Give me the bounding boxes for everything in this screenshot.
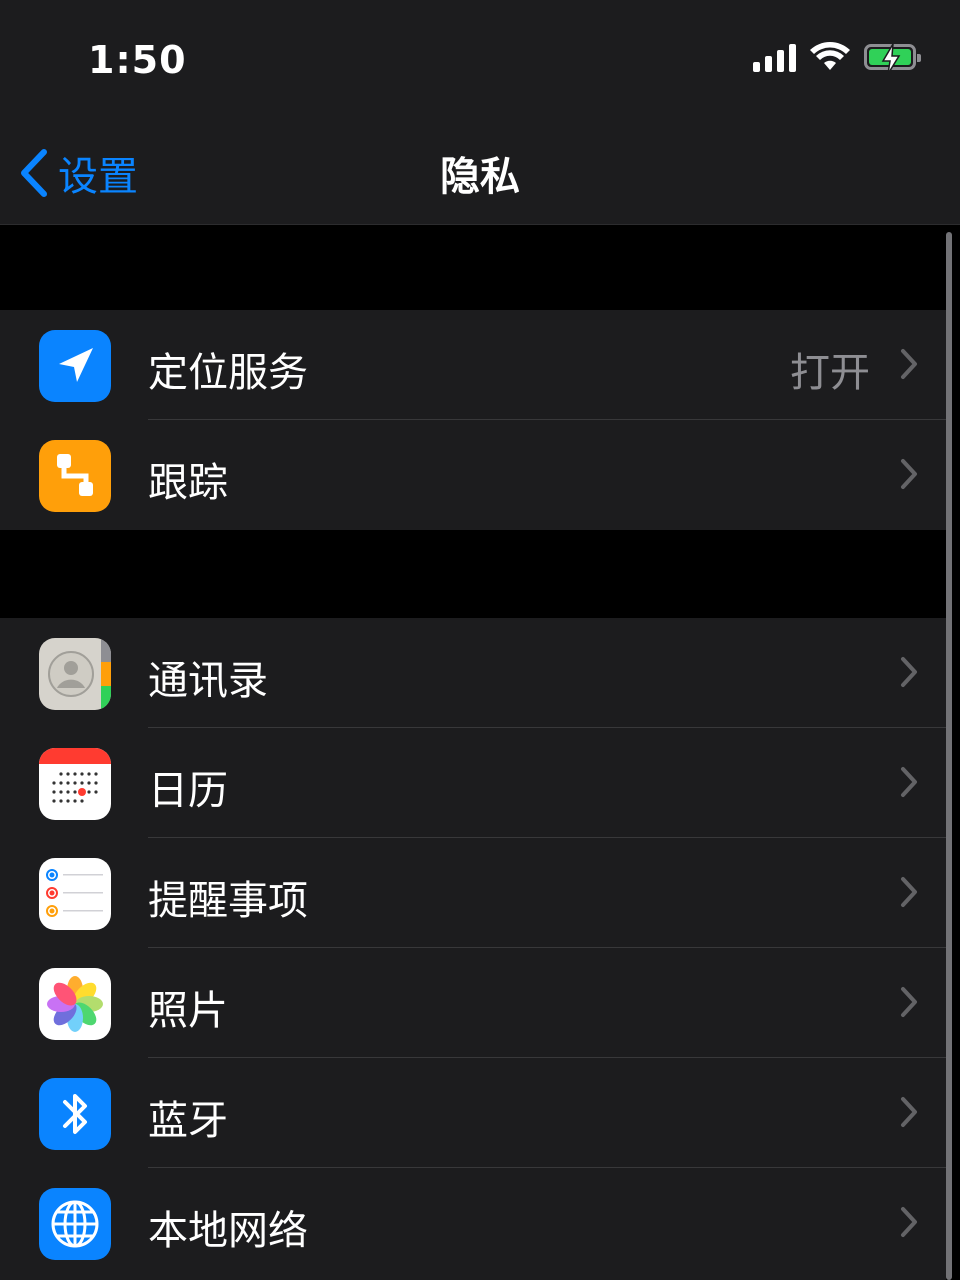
battery-charging-icon [864, 44, 921, 74]
chevron-right-icon [901, 987, 917, 1017]
reminders-icon [39, 858, 111, 930]
status-time: 1:50 [88, 38, 187, 82]
chevron-right-icon [901, 877, 917, 907]
scrollbar[interactable] [946, 232, 952, 1280]
row-reminders[interactable]: 提醒事项 [0, 838, 946, 948]
row-value: 打开 [790, 350, 870, 396]
page-title: 隐私 [440, 154, 520, 200]
row-label: 跟踪 [148, 460, 228, 506]
row-label: 照片 [148, 988, 228, 1034]
settings-group-app-permissions: 通讯录 日历 提醒事项 照片 蓝牙 本地网络 [0, 618, 946, 1280]
row-photos[interactable]: 照片 [0, 948, 946, 1058]
tracking-icon [39, 440, 111, 512]
row-tracking[interactable]: 跟踪 [0, 420, 946, 530]
cellular-signal-icon [753, 42, 796, 72]
location-arrow-icon [39, 330, 111, 402]
row-calendar[interactable]: 日历 [0, 728, 946, 838]
chevron-right-icon [901, 1207, 917, 1237]
row-local-network[interactable]: 本地网络 [0, 1168, 946, 1278]
row-label: 本地网络 [148, 1208, 308, 1254]
contacts-icon [39, 638, 111, 710]
row-label: 定位服务 [148, 350, 308, 396]
row-contacts[interactable]: 通讯录 [0, 618, 946, 728]
wifi-icon [810, 42, 850, 70]
calendar-icon [39, 748, 111, 820]
chevron-right-icon [901, 349, 917, 379]
settings-group-location-tracking: 定位服务 打开 跟踪 [0, 310, 946, 530]
bluetooth-icon [39, 1078, 111, 1150]
row-label: 蓝牙 [148, 1098, 228, 1144]
row-label: 日历 [148, 768, 228, 814]
row-label: 提醒事项 [148, 878, 308, 924]
chevron-right-icon [901, 767, 917, 797]
status-icons [753, 42, 921, 74]
photos-icon [39, 968, 111, 1040]
globe-icon [39, 1188, 111, 1260]
row-label: 通讯录 [148, 658, 268, 704]
row-bluetooth[interactable]: 蓝牙 [0, 1058, 946, 1168]
chevron-right-icon [901, 459, 917, 489]
status-bar: 1:50 [0, 0, 960, 120]
row-location-services[interactable]: 定位服务 打开 [0, 310, 946, 420]
navigation-bar: 设置 隐私 [0, 120, 960, 225]
chevron-right-icon [901, 657, 917, 687]
chevron-right-icon [901, 1097, 917, 1127]
